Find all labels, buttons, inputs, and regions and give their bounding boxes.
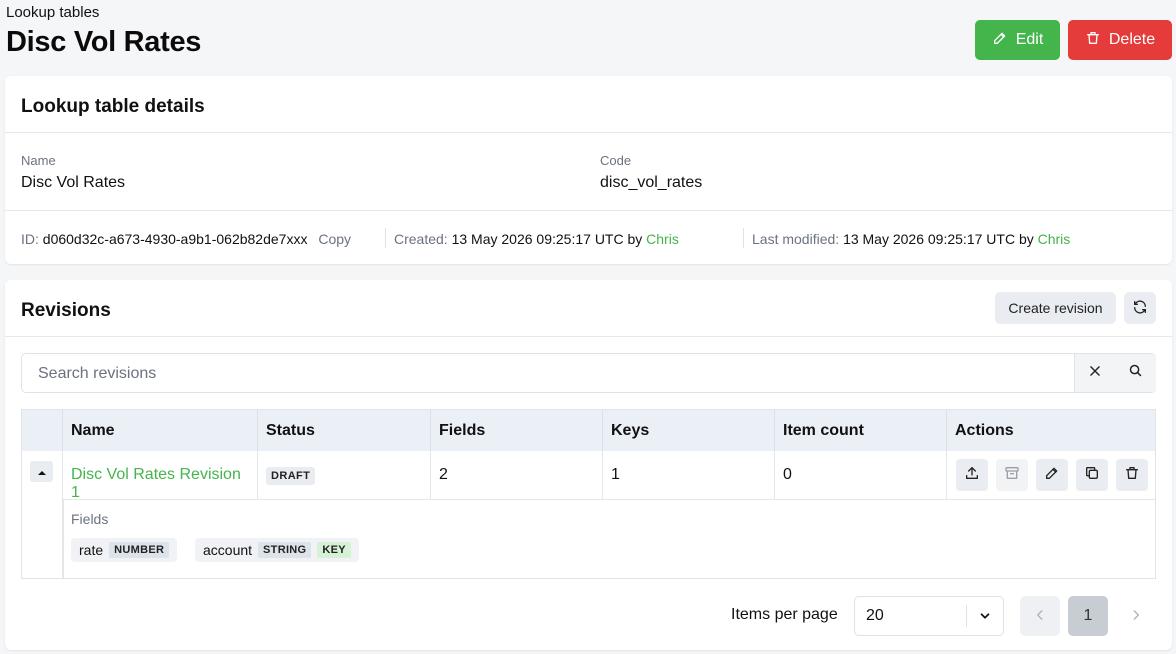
field-type-badge: STRING	[258, 542, 312, 558]
divider	[385, 228, 386, 248]
items-per-page-value: 20	[866, 607, 884, 624]
prev-page-button[interactable]	[1020, 596, 1060, 636]
trash-icon	[1124, 465, 1140, 486]
column-header-name: Name	[63, 410, 258, 451]
revisions-table: Name Status Fields Keys Item count Actio…	[21, 409, 1156, 580]
field-type-badge: NUMBER	[109, 542, 170, 558]
modified-by-link[interactable]: Chris	[1038, 231, 1071, 247]
close-icon	[1088, 364, 1102, 383]
chevron-down-icon	[978, 609, 992, 628]
collapse-row-button[interactable]	[30, 461, 53, 482]
refresh-icon	[1132, 299, 1148, 318]
chevron-left-icon	[1033, 608, 1047, 625]
duplicate-icon	[1084, 465, 1100, 486]
field-chip: account STRING KEY	[195, 538, 359, 562]
modified-label: Last modified:	[752, 231, 840, 247]
edit-revision-button[interactable]	[1036, 459, 1068, 491]
breadcrumb[interactable]: Lookup tables	[6, 4, 99, 21]
edit-label: Edit	[1015, 31, 1044, 48]
next-page-button[interactable]	[1116, 596, 1156, 636]
keys-count-cell: 1	[603, 451, 775, 500]
delete-label: Delete	[1108, 31, 1156, 48]
divider	[5, 132, 1172, 133]
created-label: Created:	[394, 231, 448, 247]
search-bar: Search revisions	[21, 353, 1156, 393]
chevron-right-icon	[1129, 608, 1143, 625]
search-icon	[1128, 363, 1143, 383]
caret-up-icon	[37, 463, 46, 481]
field-name: account	[203, 542, 253, 558]
column-header-fields: Fields	[431, 410, 603, 451]
code-label: Code	[600, 153, 632, 168]
duplicate-button[interactable]	[1076, 459, 1108, 491]
create-revision-button[interactable]: Create revision	[995, 292, 1116, 324]
revision-name-link[interactable]: Disc Vol Rates Revision 1	[63, 451, 258, 501]
column-header-status: Status	[258, 410, 431, 451]
status-cell: DRAFT	[258, 451, 431, 500]
pencil-icon	[992, 30, 1008, 51]
expand-column-header	[22, 410, 63, 451]
fields-count-cell: 2	[431, 451, 603, 500]
archive-button[interactable]	[996, 459, 1028, 491]
name-label: Name	[21, 153, 56, 168]
items-per-page-label: Items per page	[731, 606, 838, 623]
pencil-icon	[1044, 465, 1060, 486]
divider	[63, 500, 64, 579]
created-by-link[interactable]: Chris	[646, 231, 679, 247]
divider	[966, 605, 967, 627]
edit-button[interactable]: Edit	[975, 20, 1060, 60]
page-title: Disc Vol Rates	[6, 26, 202, 58]
field-name: rate	[79, 542, 104, 558]
delete-revision-button[interactable]	[1116, 459, 1148, 491]
modified-meta: Last modified: 13 May 2026 09:25:17 UTC …	[752, 231, 1070, 247]
items-per-page-select[interactable]: 20	[854, 596, 1004, 636]
divider	[743, 228, 744, 248]
id-value: d060d32c-a673-4930-a9b1-062b82de7xxx	[42, 231, 308, 247]
column-header-item-count: Item count	[775, 410, 947, 451]
created-value: 13 May 2026 09:25:17 UTC by	[451, 231, 643, 247]
page-button-current[interactable]: 1	[1068, 596, 1108, 636]
details-title: Lookup table details	[21, 96, 205, 117]
id-meta: ID: d060d32c-a673-4930-a9b1-062b82de7xxx…	[21, 231, 351, 247]
copy-button[interactable]: Copy	[318, 231, 351, 247]
field-chip: rate NUMBER	[71, 538, 178, 562]
search-button[interactable]	[1115, 354, 1156, 392]
details-card: Lookup table details Name Disc Vol Rates…	[5, 76, 1172, 264]
column-header-keys: Keys	[603, 410, 775, 451]
search-input[interactable]: Search revisions	[38, 365, 156, 383]
refresh-button[interactable]	[1124, 292, 1156, 324]
fields-label: Fields	[71, 511, 109, 527]
divider	[5, 210, 1172, 211]
archive-icon	[1004, 465, 1020, 486]
trash-icon	[1085, 30, 1101, 51]
column-header-actions: Actions	[947, 410, 1155, 451]
id-label: ID:	[21, 231, 39, 247]
revisions-card: Revisions Create revision Search revisio…	[5, 280, 1172, 650]
name-value: Disc Vol Rates	[21, 174, 126, 191]
delete-button[interactable]: Delete	[1068, 20, 1172, 60]
status-badge: DRAFT	[266, 467, 316, 485]
item-count-cell: 0	[775, 451, 947, 500]
code-value: disc_vol_rates	[600, 174, 703, 191]
publish-button[interactable]	[956, 459, 988, 491]
key-badge: KEY	[317, 542, 351, 558]
created-meta: Created: 13 May 2026 09:25:17 UTC by Chr…	[394, 231, 679, 247]
upload-icon	[964, 465, 980, 486]
modified-value: 13 May 2026 09:25:17 UTC by	[843, 231, 1034, 247]
actions-cell	[947, 451, 1155, 500]
revisions-title: Revisions	[21, 300, 111, 321]
expand-cell	[22, 451, 63, 580]
clear-search-button[interactable]	[1074, 354, 1115, 392]
divider	[5, 336, 1172, 337]
